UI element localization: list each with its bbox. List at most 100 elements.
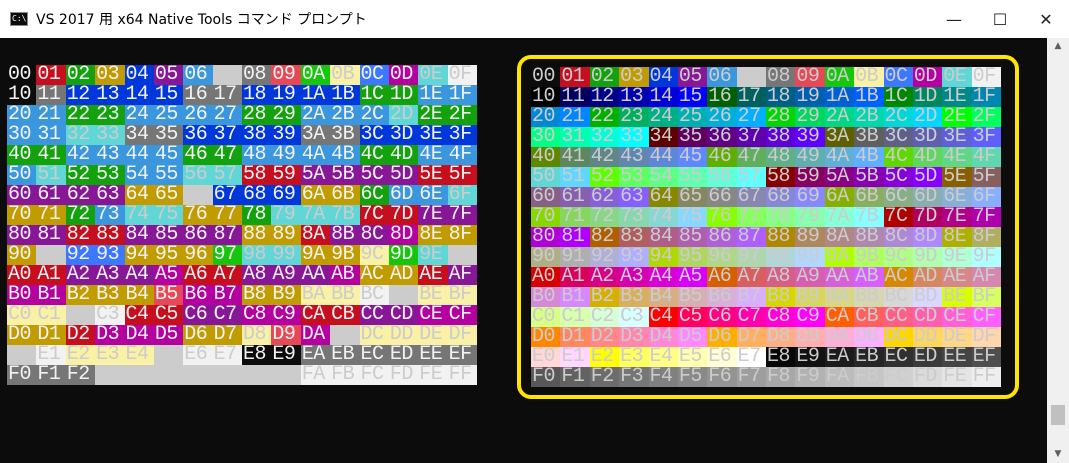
color-cell: BD	[388, 285, 419, 305]
color-cell: A9	[271, 265, 301, 285]
color-cell: 1C	[359, 85, 389, 105]
color-cell: 7D	[388, 205, 419, 225]
color-cell: 39	[271, 125, 301, 145]
color-cell: 07	[212, 65, 242, 85]
color-cell: C1	[36, 305, 66, 325]
color-cell: 68	[242, 185, 272, 205]
title-bar: C:\ VS 2017 用 x64 Native Tools コマンド プロンプ…	[0, 0, 1069, 38]
color-cell: 70	[7, 205, 37, 225]
color-cell: 46	[183, 145, 213, 165]
color-cell: F6	[183, 365, 213, 385]
color-cell: E9	[271, 345, 301, 365]
color-cell: 83	[95, 225, 125, 245]
color-cell: 3E	[418, 125, 448, 145]
color-cell: 6D	[388, 185, 419, 205]
color-cell: DD	[388, 325, 419, 345]
color-cell: F2	[65, 365, 96, 385]
color-cell: B5	[153, 285, 184, 305]
color-cell: 2B	[330, 105, 360, 125]
color-cell: A0	[7, 265, 37, 285]
color-cell: 35	[153, 125, 184, 145]
color-cell: A1	[36, 265, 66, 285]
vertical-scrollbar[interactable]: ▲ ▼	[1047, 38, 1069, 463]
color-cell: 4B	[330, 145, 360, 165]
color-cell: 98	[242, 245, 272, 265]
color-cell: E4	[124, 345, 154, 365]
color-cell: A7	[212, 265, 242, 285]
color-cell: FC	[359, 365, 389, 385]
color-cell: D5	[153, 325, 184, 345]
color-cell: 8E	[418, 225, 448, 245]
color-cell: 42	[65, 145, 96, 165]
console-app-icon: C:\	[10, 12, 28, 26]
color-cell: 4F	[447, 145, 477, 165]
close-button[interactable]: ✕	[1023, 0, 1069, 38]
color-cell: 43	[95, 145, 125, 165]
color-cell: 50	[7, 165, 37, 185]
color-cell: 08	[242, 65, 272, 85]
color-cell: CE	[418, 305, 448, 325]
color-cell: FD	[388, 365, 419, 385]
scroll-down-icon[interactable]: ▼	[1047, 446, 1069, 463]
color-cell: 80	[7, 225, 37, 245]
color-cell: 3D	[388, 125, 419, 145]
color-cell: 34	[124, 125, 154, 145]
color-cell: FF	[447, 365, 477, 385]
color-cell: 9A	[300, 245, 331, 265]
color-cell: 8C	[359, 225, 389, 245]
color-cell: 63	[95, 185, 125, 205]
color-cell: BE	[418, 285, 448, 305]
color-cell: 3C	[359, 125, 389, 145]
color-cell: F3	[95, 365, 125, 385]
color-cell: 75	[153, 205, 184, 225]
color-cell: 4E	[418, 145, 448, 165]
color-cell: B8	[242, 285, 272, 305]
color-cell: F8	[242, 365, 272, 385]
color-cell: E6	[183, 345, 213, 365]
color-cell: 20	[7, 105, 37, 125]
color-cell: EA	[300, 345, 331, 365]
color-cell: 19	[271, 85, 301, 105]
color-cell: A2	[65, 265, 96, 285]
color-cell: 2E	[418, 105, 448, 125]
scrollbar-thumb[interactable]	[1051, 405, 1065, 425]
color-cell: 5E	[418, 165, 448, 185]
color-cell: 06	[183, 65, 213, 85]
color-cell: 0D	[388, 65, 419, 85]
color-cell: 16	[183, 85, 213, 105]
color-cell: 0E	[418, 65, 448, 85]
color-cell: D3	[95, 325, 125, 345]
color-cell: 56	[183, 165, 213, 185]
color-cell: 5D	[388, 165, 419, 185]
color-cell: 8F	[447, 225, 477, 245]
color-cell: 60	[7, 185, 37, 205]
color-cell: 87	[212, 225, 242, 245]
color-cell: E2	[65, 345, 96, 365]
color-cell: 95	[153, 245, 184, 265]
scroll-up-icon[interactable]: ▲	[1047, 38, 1069, 55]
minimize-button[interactable]: —	[931, 0, 977, 38]
color-cell: F0	[7, 365, 37, 385]
color-cell: 52	[65, 165, 96, 185]
color-cell: 58	[242, 165, 272, 185]
color-cell: 8B	[330, 225, 360, 245]
color-cell: B9	[271, 285, 301, 305]
color-cell: 9B	[330, 245, 360, 265]
color-cell: 81	[36, 225, 66, 245]
color-cell: 6E	[418, 185, 448, 205]
color-cell: C6	[183, 305, 213, 325]
color-cell: 01	[36, 65, 66, 85]
color-cell: C3	[95, 305, 125, 325]
color-cell: EE	[418, 345, 448, 365]
color-cell: AC	[359, 265, 389, 285]
color-cell: 1D	[388, 85, 419, 105]
color-cell: 7B	[330, 205, 360, 225]
color-cell: 31	[36, 125, 66, 145]
color-cell: 1E	[418, 85, 448, 105]
maximize-button[interactable]: ☐	[977, 0, 1023, 38]
color-cell: E8	[242, 345, 272, 365]
color-cell: D7	[212, 325, 242, 345]
color-cell: DC	[359, 325, 389, 345]
color-cell: C7	[212, 305, 242, 325]
color-cell: C4	[124, 305, 154, 325]
